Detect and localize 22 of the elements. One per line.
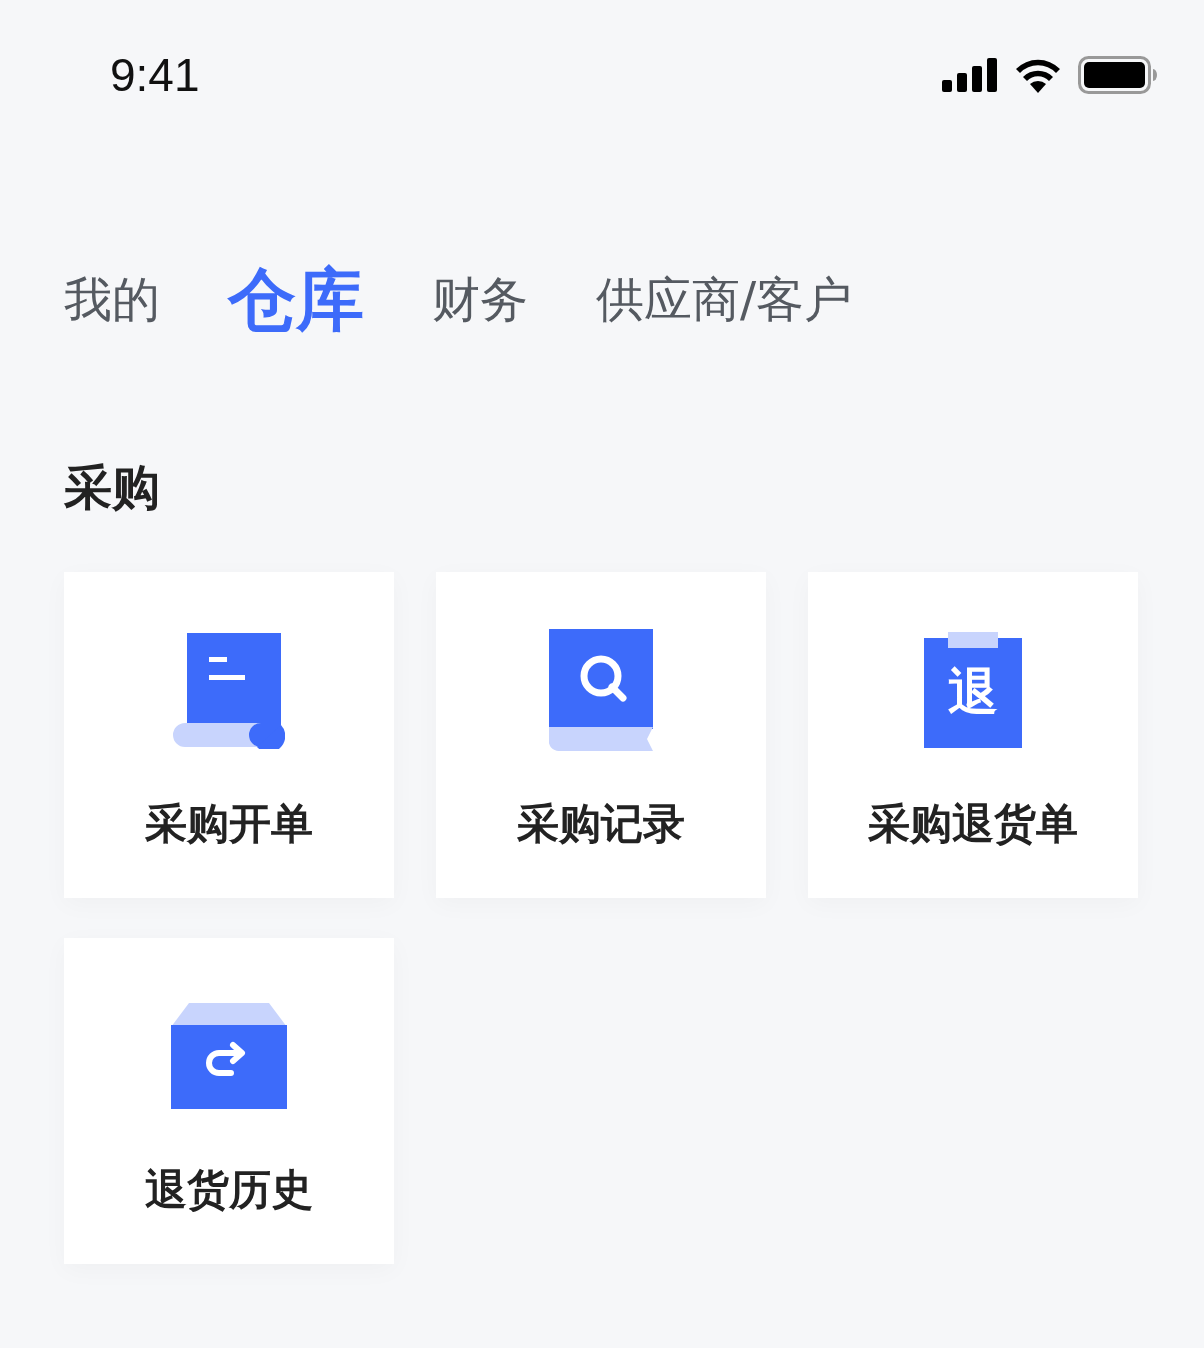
menu-tile[interactable]: 采购开单 — [64, 572, 394, 898]
tile-label: 采购开单 — [145, 798, 313, 850]
menu-tile[interactable]: 退货历史 — [64, 938, 394, 1264]
menu-tile[interactable]: 采购记录 — [436, 572, 766, 898]
search-book-icon — [549, 629, 653, 751]
tile-label: 采购退货单 — [868, 798, 1078, 850]
icon-label: 退 — [948, 666, 998, 718]
signal-icon — [942, 58, 998, 92]
status-time: 9:41 — [110, 48, 200, 102]
section-title: 采购 — [64, 458, 161, 517]
tab[interactable]: 供应商/客户 — [596, 268, 853, 332]
tile-label: 退货历史 — [145, 1164, 313, 1216]
tab[interactable]: 仓库 — [228, 254, 364, 346]
battery-icon — [1078, 56, 1158, 94]
clipboard-icon — [924, 632, 1022, 748]
wifi-icon — [1014, 57, 1062, 93]
return-box-icon — [171, 1003, 287, 1109]
tab[interactable]: 我的 — [64, 268, 160, 332]
scroll-icon — [173, 631, 285, 749]
menu-tile[interactable]: 退 采购退货单 — [808, 572, 1138, 898]
tile-label: 采购记录 — [517, 798, 685, 850]
tab[interactable]: 财务 — [432, 268, 528, 332]
